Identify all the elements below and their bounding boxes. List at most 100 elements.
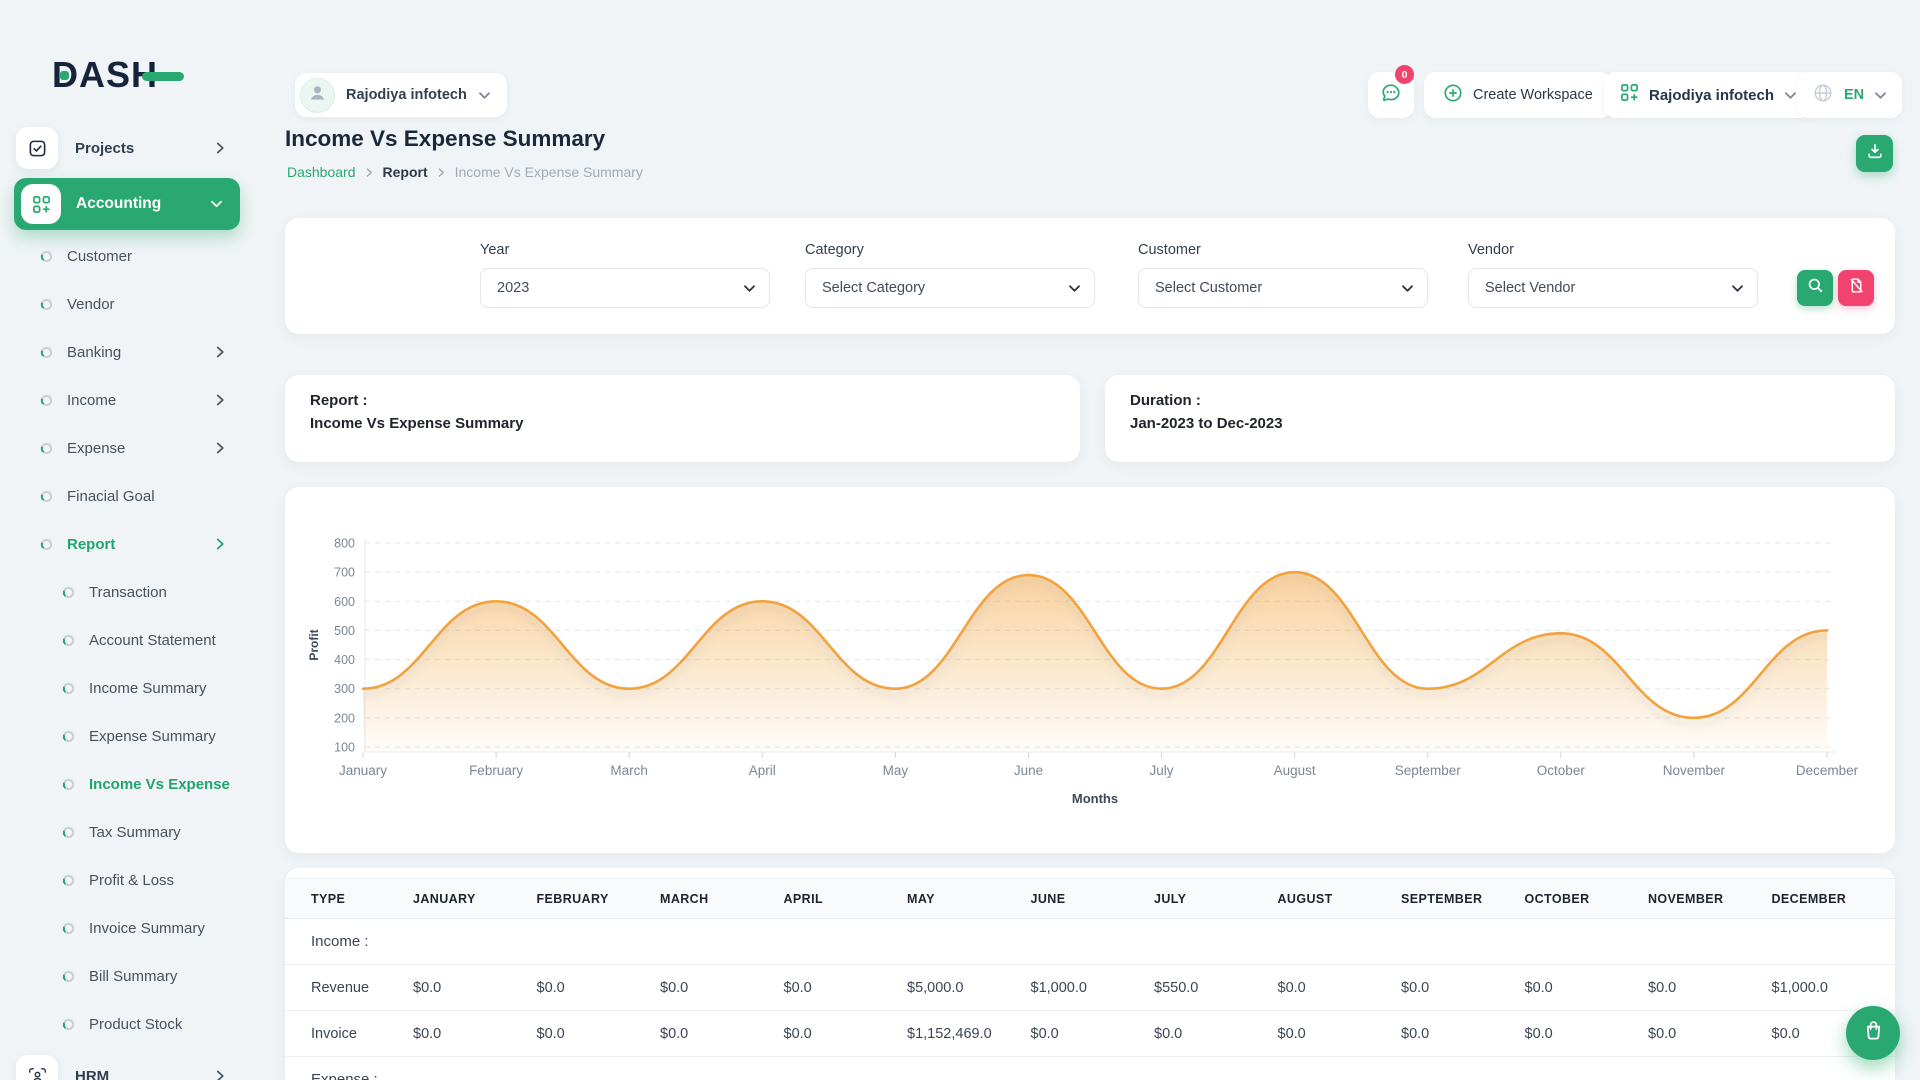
filter-card: Year 2023 Category Select Category Custo… [285,218,1895,334]
create-workspace-button[interactable]: Create Workspace [1424,72,1612,118]
sidebar-item-report[interactable]: Report [0,520,250,568]
search-icon [1807,277,1824,299]
sidebar-item-label: Transaction [89,584,167,601]
x-tick-label: November [1663,763,1726,778]
download-icon [1866,142,1884,165]
cell-value: $0.0 [1278,965,1402,1011]
select-value: Select Category [822,280,925,296]
sidebar-item-tax-summary[interactable]: Tax Summary [0,808,250,856]
ring-bullet-icon [62,922,75,935]
cell-value: $1,000.0 [1772,965,1896,1011]
sidebar-item-accounting[interactable]: Accounting [0,176,250,232]
sidebar-item-projects[interactable]: Projects [0,120,250,176]
chevron-right-icon [438,167,445,178]
workspace-avatar [300,78,335,113]
reset-filter-button[interactable] [1838,270,1874,306]
breadcrumb-current: Income Vs Expense Summary [455,164,643,180]
account-menu[interactable]: Rajodiya infotech [1604,72,1813,118]
ring-bullet-icon [40,298,53,311]
ring-bullet-icon [62,970,75,983]
file-slash-icon [1848,277,1865,299]
sidebar-item-account-statement[interactable]: Account Statement [0,616,250,664]
search-button[interactable] [1797,270,1833,306]
sidebar-item-label: Invoice Summary [89,920,205,937]
column-header-may: MAY [907,879,1031,919]
select-value: Select Customer [1155,280,1262,296]
column-header-november: NOVEMBER [1648,879,1772,919]
column-header-february: FEBRUARY [537,879,661,919]
app-logo[interactable]: DASH [52,52,202,98]
sidebar-item-expense-summary[interactable]: Expense Summary [0,712,250,760]
shopping-bag-icon [1862,1019,1885,1047]
select-value: 2023 [497,280,529,296]
breadcrumb-dashboard[interactable]: Dashboard [287,164,356,180]
row-label: Revenue [285,965,413,1011]
table-section-row: Expense : [285,1057,1895,1080]
cell-value: $0.0 [660,1011,784,1057]
sidebar-item-product-stock[interactable]: Product Stock [0,1000,250,1048]
sidebar-item-label: Accounting [76,195,161,213]
sidebar-item-label: Income Summary [89,680,207,697]
breadcrumb-report[interactable]: Report [383,164,428,180]
sidebar-item-label: Income Vs Expense [89,776,230,793]
sidebar-item-hrm[interactable]: HRM [0,1048,250,1080]
sidebar-item-income-summary[interactable]: Income Summary [0,664,250,712]
sidebar-item-expense[interactable]: Expense [0,424,250,472]
sidebar-item-invoice-summary[interactable]: Invoice Summary [0,904,250,952]
section-label: Income : [285,919,1895,965]
sidebar-item-vendor[interactable]: Vendor [0,280,250,328]
y-tick-label: 500 [334,624,355,638]
sidebar-item-finacial-goal[interactable]: Finacial Goal [0,472,250,520]
filter-field-category: Category Select Category [805,242,1095,258]
app-root: DASH Projects Accounting Customer VendorBa… [0,0,1920,1080]
logo-accent-dot [60,71,69,80]
chevron-right-icon [216,538,225,551]
x-tick-label: December [1796,763,1859,778]
chevron-down-icon [478,91,491,100]
chat-bubble-icon [1379,81,1403,110]
download-button[interactable] [1856,135,1893,172]
sidebar-item-income[interactable]: Income [0,376,250,424]
cell-value: $0.0 [660,965,784,1011]
messages-button[interactable]: 0 [1368,72,1414,118]
cell-value: $0.0 [537,1011,661,1057]
create-workspace-label: Create Workspace [1473,87,1593,103]
category-select[interactable]: Select Category [805,268,1095,308]
y-axis-title: Profit [307,629,321,660]
chevron-down-icon [1731,284,1744,293]
column-header-march: MARCH [660,879,784,919]
sidebar-item-customer[interactable]: Customer [0,232,250,280]
workspace-name: Rajodiya infotech [346,87,467,103]
checkbox-icon [16,127,58,169]
cell-value: $0.0 [1648,1011,1772,1057]
page-title: Income Vs Expense Summary [285,126,605,152]
sidebar-item-label: Account Statement [89,632,216,649]
y-tick-label: 700 [334,566,355,580]
y-tick-label: 200 [334,711,355,725]
chevron-down-icon [1401,284,1414,293]
ring-bullet-icon [62,730,75,743]
sidebar-item-label: Finacial Goal [67,488,155,505]
sidebar-item-label: Expense [67,440,125,457]
customer-select[interactable]: Select Customer [1138,268,1428,308]
year-select[interactable]: 2023 [480,268,770,308]
sidebar-item-bill-summary[interactable]: Bill Summary [0,952,250,1000]
income-expense-table: TYPEJANUARYFEBRUARYMARCHAPRILMAYJUNEJULY… [285,878,1895,1080]
vendor-select[interactable]: Select Vendor [1468,268,1758,308]
chevron-down-icon [743,284,756,293]
table-row: Revenue$0.0$0.0$0.0$0.0$5,000.0$1,000.0$… [285,965,1895,1011]
grid-plus-icon [21,184,61,224]
cart-fab-button[interactable] [1846,1006,1900,1060]
y-tick-label: 400 [334,653,355,667]
workspace-selector[interactable]: Rajodiya infotech [295,73,507,117]
ring-bullet-icon [62,586,75,599]
x-tick-label: January [339,763,387,778]
sidebar-item-label: Customer [67,248,132,265]
sidebar-item-profit-loss[interactable]: Profit & Loss [0,856,250,904]
language-selector[interactable]: EN [1797,72,1902,118]
sidebar-item-banking[interactable]: Banking [0,328,250,376]
sidebar-item-income-vs-expense[interactable]: Income Vs Expense [0,760,250,808]
x-tick-label: March [610,763,648,778]
report-label: Report : [310,392,1055,409]
sidebar-item-transaction[interactable]: Transaction [0,568,250,616]
